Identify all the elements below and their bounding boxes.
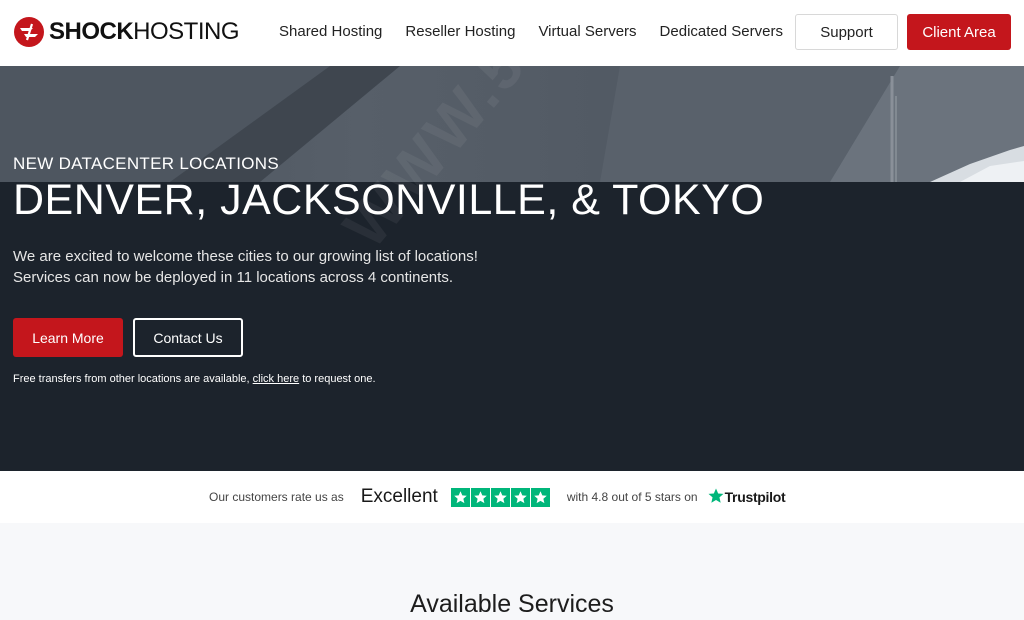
services-section: Available Services	[0, 523, 1024, 620]
star-icon	[490, 487, 510, 507]
logo-text-bold: SHOCK	[49, 18, 134, 45]
site-header: SHOCKHOSTING Shared Hosting Reseller Hos…	[0, 0, 1024, 66]
trust-rating-word: Excellent	[360, 486, 438, 507]
trust-score-text: with 4.8 out of 5 stars on	[566, 490, 698, 504]
hero-description-line-2: Services can now be deployed in 11 locat…	[13, 269, 453, 286]
transfer-note-suffix: to request one.	[299, 373, 376, 385]
trustpilot-brand-text: Trustpilot	[724, 489, 786, 505]
star-icon	[530, 487, 550, 507]
logo[interactable]: SHOCKHOSTING	[13, 14, 240, 50]
nav-reseller-hosting[interactable]: Reseller Hosting	[405, 22, 515, 42]
trustpilot-strip: Our customers rate us as Excellent with …	[0, 471, 1024, 523]
trustpilot-star-icon	[707, 487, 725, 508]
hero-kicker: NEW DATACENTER LOCATIONS	[13, 154, 279, 173]
hero-description: We are excited to welcome these cities t…	[13, 246, 478, 288]
nav-dedicated-servers[interactable]: Dedicated Servers	[660, 22, 783, 42]
services-title: Available Services	[410, 590, 614, 618]
shock-logo-icon	[13, 16, 45, 48]
trustpilot-logo: Trustpilot	[707, 487, 786, 508]
star-icon	[510, 487, 530, 507]
main-nav: Shared Hosting Reseller Hosting Virtual …	[279, 22, 806, 42]
hero-description-line-1: We are excited to welcome these cities t…	[13, 248, 478, 265]
contact-us-button[interactable]: Contact Us	[133, 318, 243, 357]
logo-text: SHOCKHOSTING	[49, 18, 240, 46]
hero-title: DENVER, JACKSONVILLE, & TOKYO	[13, 176, 765, 224]
client-area-button[interactable]: Client Area	[907, 14, 1011, 50]
learn-more-button[interactable]: Learn More	[13, 318, 123, 357]
hero-banner: WWW.52VPS.COM NEW DATACENTER LOCATIONS D…	[0, 66, 1024, 471]
star-rating	[450, 487, 551, 507]
logo-text-regular: HOSTING	[133, 18, 240, 45]
click-here-link[interactable]: click here	[253, 373, 299, 385]
trustpilot-widget[interactable]: Our customers rate us as Excellent with …	[209, 485, 786, 509]
star-icon	[450, 487, 470, 507]
transfer-note: Free transfers from other locations are …	[13, 373, 376, 385]
trust-rate-text: Our customers rate us as	[209, 490, 344, 504]
support-button[interactable]: Support	[795, 14, 898, 50]
nav-virtual-servers[interactable]: Virtual Servers	[538, 22, 636, 42]
transfer-note-prefix: Free transfers from other locations are …	[13, 373, 253, 385]
star-icon	[470, 487, 490, 507]
nav-shared-hosting[interactable]: Shared Hosting	[279, 22, 382, 42]
